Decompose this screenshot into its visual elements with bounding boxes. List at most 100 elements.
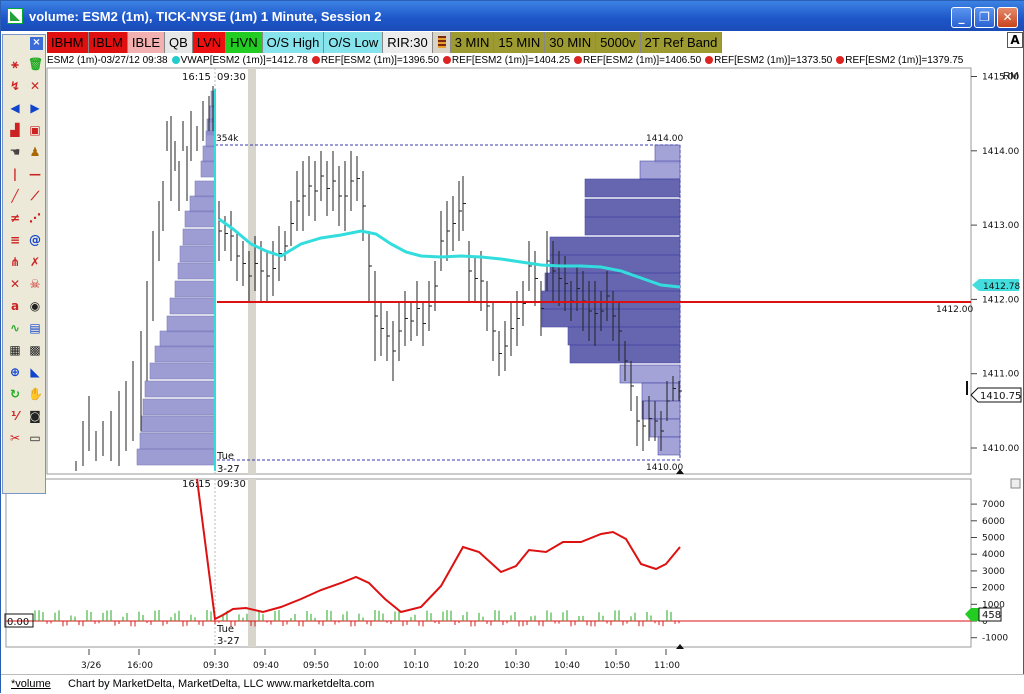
bar-stack-icon[interactable]: [432, 32, 451, 53]
time-axis-label: 09:40: [253, 661, 279, 671]
minimize-button[interactable]: _: [951, 7, 972, 28]
session-profile-bar: [567, 326, 681, 346]
palette-tool[interactable]: ⟋: [25, 185, 45, 207]
toolbar-button-hvn[interactable]: HVN: [226, 32, 263, 53]
palette-tool[interactable]: ◣: [25, 361, 45, 383]
session-profile-bar: [584, 216, 681, 236]
prior-profile-bar: [200, 160, 216, 178]
palette-tool[interactable]: ≠: [5, 207, 25, 229]
toolbar-button-ibhm[interactable]: IBHM: [47, 32, 89, 53]
xyz-arrow-icon: ✕: [29, 79, 41, 93]
time-axis-label: 10:50: [604, 661, 630, 671]
palette-tool[interactable]: ▟: [5, 119, 25, 141]
toolbar-button-qb[interactable]: QB: [165, 32, 193, 53]
toolbar-button-3-min[interactable]: 3 MIN: [450, 32, 495, 53]
annotation-a-button[interactable]: A: [1007, 32, 1023, 48]
andrews-pitchfork-icon: ⋔: [9, 255, 21, 269]
price-chart[interactable]: 1415.001414.001413.001412.001411.001410.…: [1, 54, 1024, 676]
time-axis-label: 3/26: [81, 661, 101, 671]
palette-tool[interactable]: ✗: [25, 251, 45, 273]
fibonacci-icon: ≡: [9, 233, 21, 247]
palette-tool[interactable]: |: [5, 163, 25, 185]
toolbar-button-o-s-low[interactable]: O/S Low: [324, 32, 384, 53]
hand-grab-icon: ✋: [28, 387, 43, 401]
palette-close-icon[interactable]: ×: [30, 37, 43, 50]
palette-tool[interactable]: 🗑: [25, 53, 45, 75]
price-axis-label: 1410.00: [982, 444, 1019, 454]
palette-tool[interactable]: ✋: [25, 383, 45, 405]
palette-tool[interactable]: ✂: [5, 427, 25, 449]
prior-profile-bar: [194, 180, 216, 198]
palette-tool[interactable]: ▩: [25, 339, 45, 361]
palette-tool[interactable]: —: [25, 163, 45, 185]
price-axis-label: 1412.00: [982, 295, 1019, 305]
window-title: volume: ESM2 (1m), TICK-NYSE (1m) 1 Minu…: [29, 9, 382, 24]
palette-tool[interactable]: ↯: [5, 75, 25, 97]
session-date: 3-27: [217, 464, 240, 475]
palette-tool[interactable]: ╱: [5, 185, 25, 207]
tick-session-date: 3-27: [217, 636, 240, 647]
palette-tool[interactable]: ◀: [5, 97, 25, 119]
time-axis-label: 10:30: [504, 661, 530, 671]
palette-tool[interactable]: ◉: [25, 295, 45, 317]
toolbar-button-lvn[interactable]: LVN: [192, 32, 227, 53]
prior-profile-bar: [144, 380, 216, 398]
tick-axis-label: 5000: [982, 534, 1005, 544]
palette-tool[interactable]: a: [5, 295, 25, 317]
palette-tool[interactable]: ▤: [25, 317, 45, 339]
printer-icon: ▭: [29, 431, 41, 445]
hand-cursor-icon: ☚: [9, 145, 21, 159]
toolbar-button-ible[interactable]: IBLE: [127, 32, 166, 53]
palette-tool[interactable]: ▶: [25, 97, 45, 119]
palette-tool[interactable]: ↻: [5, 383, 25, 405]
toolbar-button-o-s-high[interactable]: O/S High: [262, 32, 325, 53]
palette-tool[interactable]: ✕: [25, 75, 45, 97]
tick-axis-label: 7000: [982, 500, 1005, 510]
chart-credit: Chart by MarketDelta, MarketDelta, LLC w…: [68, 678, 375, 690]
price-axis-label: 1414.00: [982, 147, 1019, 157]
palette-tool[interactable]: ▣: [25, 119, 45, 141]
vertical-line-icon: |: [12, 167, 18, 181]
palette-tool[interactable]: ⋔: [5, 251, 25, 273]
toolbar-button-5000v[interactable]: 5000v: [596, 32, 641, 53]
toolbar-button-iblm[interactable]: IBLM: [88, 32, 128, 53]
title-bar[interactable]: volume: ESM2 (1m), TICK-NYSE (1m) 1 Minu…: [1, 1, 1024, 31]
tick-axis-label: -1000: [982, 634, 1008, 644]
session-profile-bar: [619, 364, 681, 384]
bell-icon: ♟: [29, 145, 41, 159]
last-price-tag-label: 1410.75: [980, 391, 1021, 402]
close-button[interactable]: ✕: [997, 7, 1018, 28]
palette-tool[interactable]: @: [25, 229, 45, 251]
vwap-price-tag-label: 1412.78: [983, 282, 1020, 292]
palette-tool[interactable]: ☚: [5, 141, 25, 163]
fan-icon: ⋰: [29, 211, 41, 225]
palette-tool[interactable]: ⅟: [5, 405, 25, 427]
palette-tool[interactable]: ⋰: [25, 207, 45, 229]
palette-tool[interactable]: ⚹: [5, 53, 25, 75]
prior-profile-bar: [149, 362, 216, 380]
toolbar-button-15-min[interactable]: 15 MIN: [494, 32, 546, 53]
palette-tool[interactable]: ✕: [5, 273, 25, 295]
circle-square-icon: ◉: [29, 299, 41, 313]
tick-prev-close-time: 16:15: [182, 479, 211, 490]
palette-tool[interactable]: ♟: [25, 141, 45, 163]
prior-profile-bar: [182, 228, 216, 246]
toolbar-button-30-min[interactable]: 30 MIN: [545, 32, 597, 53]
palette-tool[interactable]: ≡: [5, 229, 25, 251]
restore-button[interactable]: ❐: [974, 7, 995, 28]
toolbar-button-rir-30[interactable]: RIR:30: [383, 32, 433, 53]
toolbar-button-2t-ref-band[interactable]: 2T Ref Band: [640, 32, 723, 53]
time-axis-label: 10:00: [353, 661, 379, 671]
prior-profile-bar: [139, 432, 216, 450]
prior-profile-bar: [159, 330, 216, 348]
spiral-icon: @: [29, 233, 41, 247]
price-axis-label: 1413.00: [982, 221, 1019, 231]
palette-tool[interactable]: ▦: [5, 339, 25, 361]
palette-tool[interactable]: ▭: [25, 427, 45, 449]
palette-tool[interactable]: ∿: [5, 317, 25, 339]
sheet-tab[interactable]: *volume: [11, 678, 51, 690]
palette-tool[interactable]: ☠: [25, 273, 45, 295]
palette-tool[interactable]: ⊕: [5, 361, 25, 383]
rm-label: RM: [1003, 71, 1019, 82]
palette-tool[interactable]: ◙: [25, 405, 45, 427]
